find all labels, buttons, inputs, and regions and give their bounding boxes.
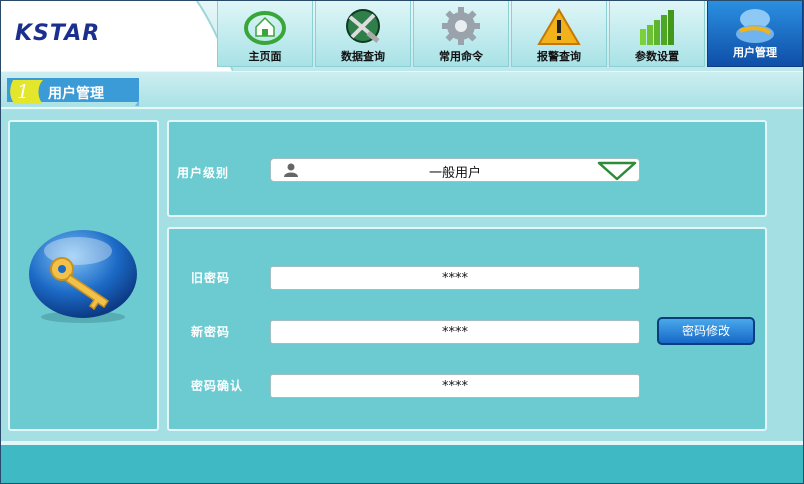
tab-alarm-query-label: 报警查询 bbox=[537, 50, 581, 63]
header: KSTAR 主页面 数据查询 常用命令 报警查询 参数设置 用户管理 bbox=[1, 1, 803, 71]
tab-data-query-label: 数据查询 bbox=[341, 50, 385, 63]
new-password-field[interactable]: **** bbox=[270, 320, 640, 344]
tab-parameter-settings[interactable]: 参数设置 bbox=[609, 1, 705, 67]
home-icon bbox=[244, 11, 286, 45]
logo: KSTAR bbox=[15, 21, 101, 46]
old-password-label: 旧密码 bbox=[191, 271, 231, 285]
gear-icon bbox=[442, 7, 480, 45]
section-divider bbox=[1, 107, 803, 109]
tab-home-label: 主页面 bbox=[248, 50, 282, 63]
confirm-password-field[interactable]: **** bbox=[270, 374, 640, 398]
tab-common-commands[interactable]: 常用命令 bbox=[413, 1, 509, 67]
tab-alarm-query[interactable]: 报警查询 bbox=[511, 1, 607, 67]
change-password-button[interactable]: 密码修改 bbox=[657, 317, 755, 345]
section-number: 1 bbox=[17, 81, 30, 103]
app-window: KSTAR 主页面 数据查询 常用命令 报警查询 参数设置 用户管理 1 用户管… bbox=[0, 0, 804, 484]
user-level-panel: 用户级别 一般用户 bbox=[167, 120, 767, 217]
bars-icon bbox=[640, 10, 674, 45]
warning-icon bbox=[537, 8, 581, 45]
user-level-select[interactable]: 一般用户 bbox=[270, 158, 640, 182]
section-title: 用户管理 bbox=[48, 86, 104, 102]
tab-home[interactable]: 主页面 bbox=[217, 1, 313, 67]
data-query-icon bbox=[346, 9, 380, 43]
confirm-password-label: 密码确认 bbox=[191, 379, 244, 393]
main-content: 用户级别 一般用户 旧密码 **** 新密码 **** 密码修改 密码确认 **… bbox=[1, 111, 803, 441]
tab-data-query[interactable]: 数据查询 bbox=[315, 1, 411, 67]
user-manage-icon bbox=[736, 9, 774, 43]
icon-panel bbox=[8, 120, 159, 431]
footer-bar bbox=[1, 441, 803, 483]
tab-parameter-settings-label: 参数设置 bbox=[635, 50, 679, 63]
tab-bar: 主页面 数据查询 常用命令 报警查询 参数设置 用户管理 bbox=[217, 1, 803, 69]
chevron-down-icon[interactable] bbox=[597, 161, 637, 181]
key-icon bbox=[29, 230, 137, 323]
tab-user-management[interactable]: 用户管理 bbox=[707, 1, 803, 67]
tab-common-commands-label: 常用命令 bbox=[439, 50, 483, 63]
tab-user-management-label: 用户管理 bbox=[733, 46, 777, 59]
password-panel: 旧密码 **** 新密码 **** 密码修改 密码确认 **** bbox=[167, 227, 767, 431]
user-level-label: 用户级别 bbox=[177, 166, 230, 180]
section-title-bar: 1 用户管理 bbox=[1, 71, 803, 112]
old-password-field[interactable]: **** bbox=[270, 266, 640, 290]
user-level-value: 一般用户 bbox=[428, 166, 481, 181]
new-password-label: 新密码 bbox=[191, 325, 231, 339]
